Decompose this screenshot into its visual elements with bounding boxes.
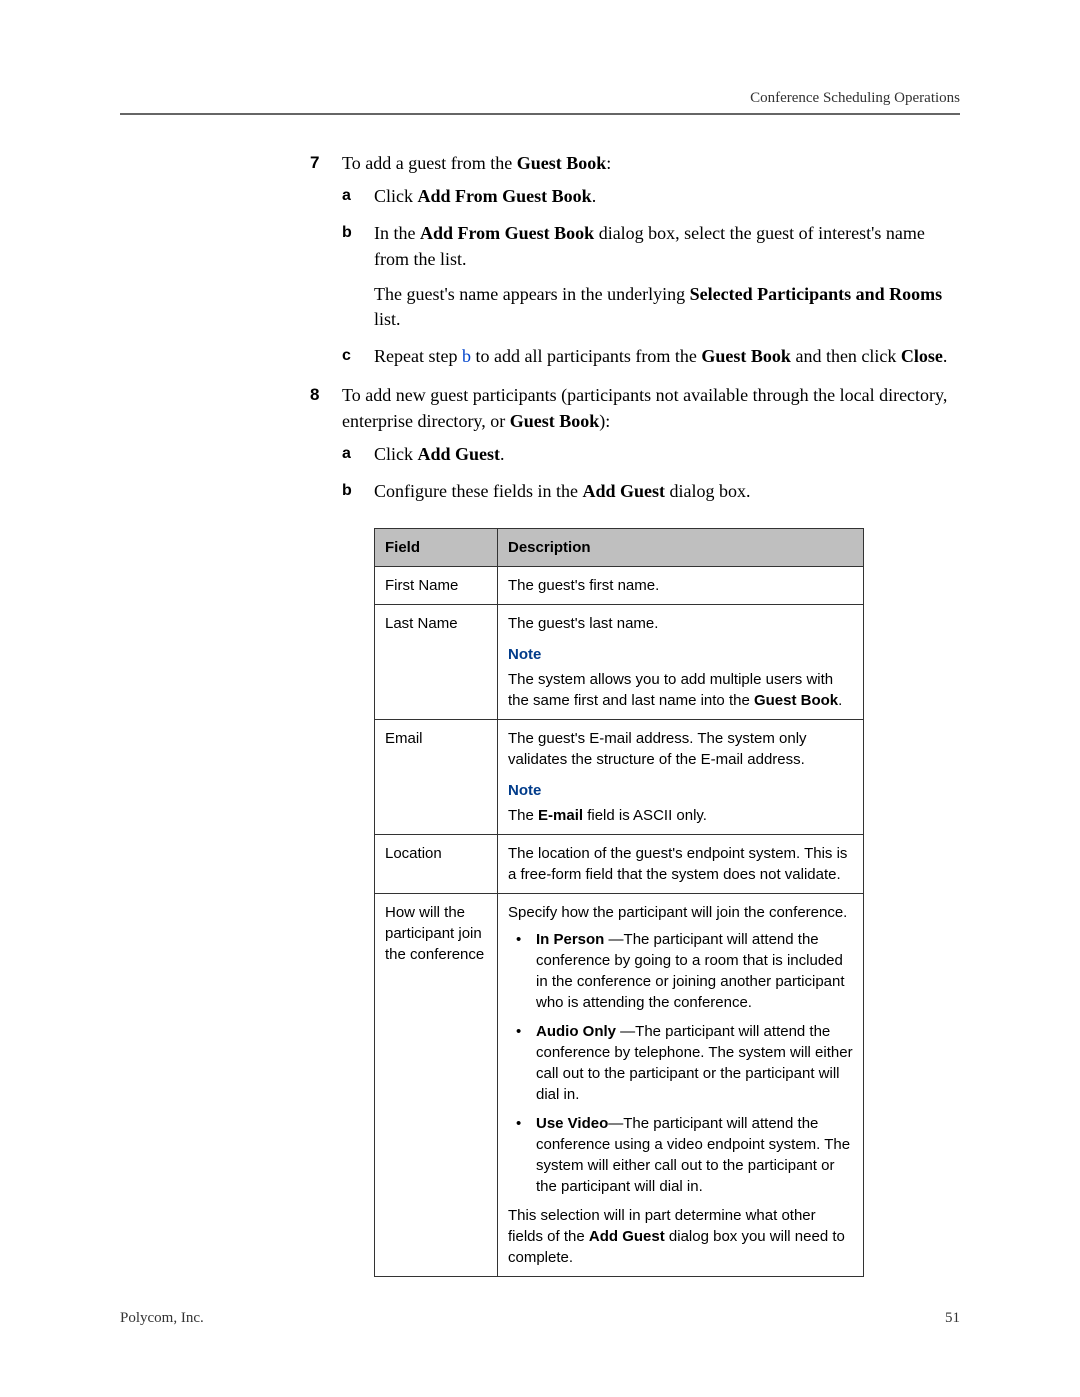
list-item: Use Video—The participant will attend th… [508, 1113, 853, 1197]
text: ): [599, 411, 610, 431]
step-7c-text: Repeat step b to add all participants fr… [374, 346, 947, 366]
step-7a: a Click Add From Guest Book. [342, 184, 960, 209]
text: To add a guest from the [342, 153, 517, 173]
table-header-row: Field Description [375, 529, 864, 567]
body-content: 7 To add a guest from the Guest Book: a … [310, 151, 960, 1277]
tail-text: This selection will in part determine wh… [508, 1205, 853, 1268]
text: To add new guest participants (participa… [342, 385, 947, 430]
cell-field: First Name [375, 567, 498, 605]
table-row: First Name The guest's first name. [375, 567, 864, 605]
cell-field: Last Name [375, 605, 498, 720]
bold-text: Add From Guest Book [420, 223, 594, 243]
header-rule [120, 113, 960, 115]
step-7: 7 To add a guest from the Guest Book: a … [310, 151, 960, 369]
text: : [606, 153, 611, 173]
step-number: 7 [310, 151, 319, 175]
footer-company: Polycom, Inc. [120, 1310, 204, 1327]
step-7a-text: Click Add From Guest Book. [374, 186, 596, 206]
page-footer: Polycom, Inc. 51 [120, 1310, 960, 1327]
substep-letter: a [342, 443, 351, 465]
text: dialog box. [665, 481, 751, 501]
text: Repeat step [374, 346, 462, 366]
substep-letter: a [342, 185, 351, 207]
text: The [508, 807, 538, 824]
text: . [500, 444, 505, 464]
list-item: In Person —The participant will attend t… [508, 929, 853, 1013]
bold-text: In Person [536, 931, 604, 948]
bold-text: Guest Book [701, 346, 791, 366]
note-label: Note [508, 780, 853, 801]
note-text: The E-mail field is ASCII only. [508, 805, 853, 826]
bold-text: Guest Book [517, 153, 607, 173]
bold-text: Add Guest [582, 481, 665, 501]
bold-text: Add Guest [418, 444, 501, 464]
page: Conference Scheduling Operations 7 To ad… [0, 0, 1080, 1397]
text: Configure these fields in the [374, 481, 582, 501]
substep-letter: b [342, 480, 352, 502]
col-header-field: Field [375, 529, 498, 567]
step-8b: b Configure these fields in the Add Gues… [342, 479, 960, 504]
cell-field: Email [375, 720, 498, 835]
step-7b: b In the Add From Guest Book dialog box,… [342, 221, 960, 332]
substep-letter: b [342, 222, 352, 244]
text: The guest's last name. [508, 613, 853, 634]
table-row: Email The guest's E-mail address. The sy… [375, 720, 864, 835]
note-text: The system allows you to add multiple us… [508, 669, 853, 711]
cell-field: How will the participant join the confer… [375, 894, 498, 1277]
step-number: 8 [310, 383, 319, 407]
crossref-link[interactable]: b [462, 346, 471, 366]
list-item: Audio Only —The participant will attend … [508, 1021, 853, 1105]
step-7b-text: In the Add From Guest Book dialog box, s… [374, 223, 925, 268]
bold-text: E-mail [538, 807, 583, 824]
bold-text: Guest Book [754, 692, 838, 709]
step-8-intro: To add new guest participants (participa… [342, 385, 947, 430]
text: . [592, 186, 597, 206]
text: The guest's E-mail address. The system o… [508, 728, 853, 770]
step-8a: a Click Add Guest. [342, 442, 960, 467]
step-8: 8 To add new guest participants (partici… [310, 383, 960, 1277]
step-8a-text: Click Add Guest. [374, 444, 505, 464]
bold-text: Add Guest [589, 1228, 665, 1245]
text: Click [374, 444, 418, 464]
text: and then click [791, 346, 901, 366]
cell-description: The location of the guest's endpoint sys… [498, 835, 864, 894]
substep-letter: c [342, 345, 351, 367]
cell-description: Specify how the participant will join th… [498, 894, 864, 1277]
step-7c: c Repeat step b to add all participants … [342, 344, 960, 369]
text: . [838, 692, 842, 709]
text: . [943, 346, 948, 366]
step-8b-text: Configure these fields in the Add Guest … [374, 481, 750, 501]
text: In the [374, 223, 420, 243]
text: Click [374, 186, 418, 206]
text: to add all participants from the [471, 346, 701, 366]
note-label: Note [508, 644, 853, 665]
text: list. [374, 309, 401, 329]
cell-description: The guest's last name. Note The system a… [498, 605, 864, 720]
step-7b-para2: The guest's name appears in the underlyi… [374, 282, 960, 332]
bullet-list: In Person —The participant will attend t… [508, 929, 853, 1197]
step-7-intro: To add a guest from the Guest Book: [342, 153, 611, 173]
text: Specify how the participant will join th… [508, 902, 853, 923]
cell-description: The guest's first name. [498, 567, 864, 605]
col-header-description: Description [498, 529, 864, 567]
footer-page-number: 51 [945, 1310, 960, 1327]
bold-text: Selected Participants and Rooms [690, 284, 942, 304]
bold-text: Add From Guest Book [418, 186, 592, 206]
table-row: Location The location of the guest's end… [375, 835, 864, 894]
cell-field: Location [375, 835, 498, 894]
bold-text: Use Video [536, 1115, 608, 1132]
running-header: Conference Scheduling Operations [120, 90, 960, 113]
cell-description: The guest's E-mail address. The system o… [498, 720, 864, 835]
bold-text: Audio Only [536, 1023, 616, 1040]
bold-text: Close [901, 346, 943, 366]
fields-table: Field Description First Name The guest's… [374, 528, 864, 1277]
table-row: Last Name The guest's last name. Note Th… [375, 605, 864, 720]
text: field is ASCII only. [583, 807, 707, 824]
text: The guest's name appears in the underlyi… [374, 284, 690, 304]
table-row: How will the participant join the confer… [375, 894, 864, 1277]
bold-text: Guest Book [510, 411, 600, 431]
